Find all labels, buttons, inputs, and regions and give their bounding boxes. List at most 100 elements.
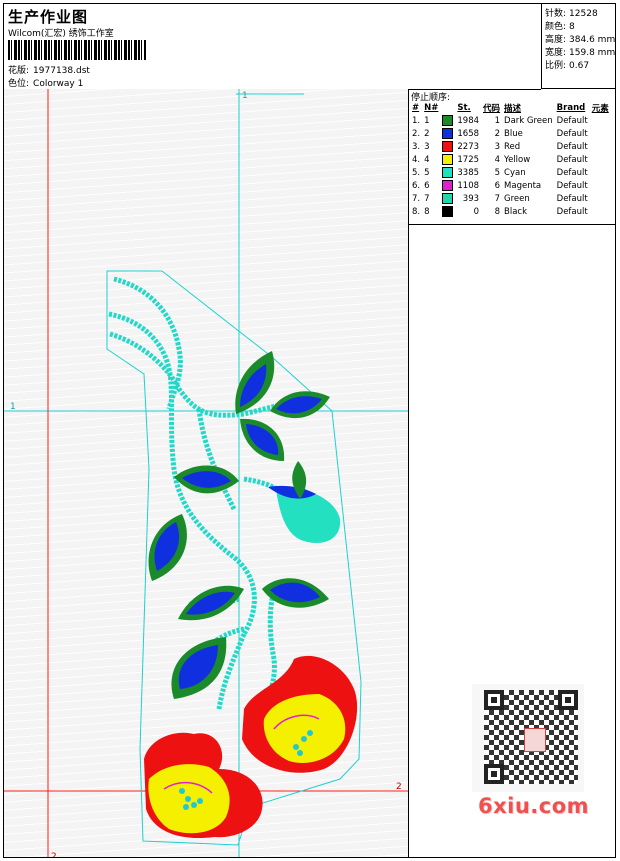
row-code: 3 (494, 141, 501, 152)
color-swatch (442, 154, 454, 165)
row-element (590, 114, 611, 127)
row-desc: Black (504, 206, 528, 217)
design-value: 1977138.dst (33, 66, 90, 76)
table-row: 5. 5 3385 5 Cyan Default (410, 166, 611, 179)
row-needle: 8 (424, 206, 430, 217)
row-needle: 6 (424, 180, 430, 191)
row-swatch (440, 127, 455, 140)
col-brand: Brand (556, 102, 586, 113)
qr-finder (484, 690, 504, 710)
stat-label: 高度: (545, 35, 567, 45)
table-row: 6. 6 1108 6 Magenta Default (410, 179, 611, 192)
production-worksheet: 生产作业图 Wilcom(汇宏) 绣饰工作室 花版: 1977138.dst 色位… (3, 3, 616, 858)
row-needle: 1 (424, 115, 430, 126)
qr-logo (524, 728, 546, 752)
row-needle: 2 (424, 128, 430, 139)
stat-scale: 比例: 0.67 (545, 58, 589, 71)
color-swatch (442, 167, 454, 178)
row-desc: Green (504, 193, 530, 204)
col-hash: # (412, 102, 420, 113)
stat-label: 颜色: (545, 22, 567, 32)
row-needle: 4 (424, 154, 430, 165)
row-needle: 5 (424, 167, 430, 178)
col-swatch (440, 101, 455, 114)
row-index: 5. (412, 167, 421, 178)
table-row: 8. 8 0 8 Black Default (410, 205, 611, 218)
row-desc: Red (504, 141, 521, 152)
row-desc: Yellow (504, 154, 531, 165)
stat-width: 宽度: 159.8 mm (545, 45, 615, 58)
row-swatch (440, 140, 455, 153)
row-index: 1. (412, 115, 421, 126)
row-swatch (440, 153, 455, 166)
row-element (590, 192, 611, 205)
qr-finder (558, 690, 578, 710)
row-stitches: 393 (462, 193, 480, 204)
row-element (590, 140, 611, 153)
row-element (590, 179, 611, 192)
row-element (590, 127, 611, 140)
design-stats: 针数: 12528 颜色: 8 高度: 384.6 mm 宽度: 159.8 mm 比例… (541, 4, 615, 89)
stat-colors: 颜色: 8 (545, 19, 575, 32)
row-index: 6. (412, 180, 421, 191)
row-brand: Default (556, 180, 588, 191)
row-code: 5 (494, 167, 501, 178)
stat-value: 384.6 mm (569, 35, 616, 45)
row-swatch (440, 205, 455, 218)
row-index: 2. (412, 128, 421, 139)
watermark: 6xiu.com (478, 794, 590, 818)
row-element (590, 205, 611, 218)
row-desc: Magenta (504, 180, 542, 191)
row-code: 8 (494, 206, 501, 217)
bud (268, 461, 341, 543)
colorway-value: Colorway 1 (33, 79, 84, 89)
color-swatch (442, 206, 454, 217)
guide-label-v1: 1 (242, 91, 248, 101)
row-brand: Default (556, 206, 588, 217)
row-needle: 3 (424, 141, 430, 152)
colorway-row: 色位: Colorway 1 (8, 76, 83, 89)
stat-value: 12528 (569, 9, 598, 19)
table-body: 1. 1 1984 1 Dark Green Default 2. 2 1658 2 Blue Def… (410, 114, 611, 218)
stat-height: 高度: 384.6 mm (545, 32, 615, 45)
stat-label: 针数: (545, 9, 567, 19)
row-desc: Cyan (504, 167, 526, 178)
row-brand: Default (556, 115, 588, 126)
row-index: 3. (412, 141, 421, 152)
stem-a (113, 276, 183, 410)
row-brand: Default (556, 128, 588, 139)
stat-label: 比例: (545, 61, 567, 71)
table-row: 4. 4 1725 4 Yellow Default (410, 153, 611, 166)
row-stitches: 2273 (457, 141, 480, 152)
stop-sequence-panel: 停止顺序: # N# St. 代码 描述 Brand 元素 1. 1 1984 1 Da… (409, 89, 615, 225)
stat-stitches: 针数: 12528 (545, 6, 598, 19)
row-brand: Default (556, 154, 588, 165)
flower-upper (242, 655, 358, 773)
row-swatch (440, 166, 455, 179)
row-code: 6 (494, 180, 501, 191)
table-header: # N# St. 代码 描述 Brand 元素 (410, 101, 611, 114)
barcode (8, 40, 146, 60)
stat-value: 159.8 mm (569, 48, 616, 58)
design-canvas: 1 2 1 2 (4, 89, 409, 857)
color-swatch (442, 193, 454, 204)
studio-subtitle: Wilcom(汇宏) 绣饰工作室 (8, 29, 114, 39)
stop-sequence-table: # N# St. 代码 描述 Brand 元素 1. 1 1984 1 Dark Gre… (410, 101, 611, 218)
page-title: 生产作业图 (8, 8, 89, 26)
bud-sepal (268, 485, 316, 499)
qr-code (472, 684, 584, 792)
leaf-8-inner (178, 645, 218, 689)
row-element (590, 166, 611, 179)
embroidery-preview: 1 2 1 2 (4, 89, 408, 857)
header-info: 生产作业图 Wilcom(汇宏) 绣饰工作室 花版: 1977138.dst 色位… (4, 4, 541, 90)
table-row: 7. 7 393 7 Green Default (410, 192, 611, 205)
color-swatch (442, 180, 454, 191)
row-code: 4 (494, 154, 501, 165)
design-file-row: 花版: 1977138.dst (8, 63, 90, 76)
col-n: N# (424, 102, 439, 113)
row-swatch (440, 179, 455, 192)
stat-value: 8 (569, 22, 575, 32)
table-row: 2. 2 1658 2 Blue Default (410, 127, 611, 140)
row-code: 7 (494, 193, 501, 204)
row-index: 8. (412, 206, 421, 217)
